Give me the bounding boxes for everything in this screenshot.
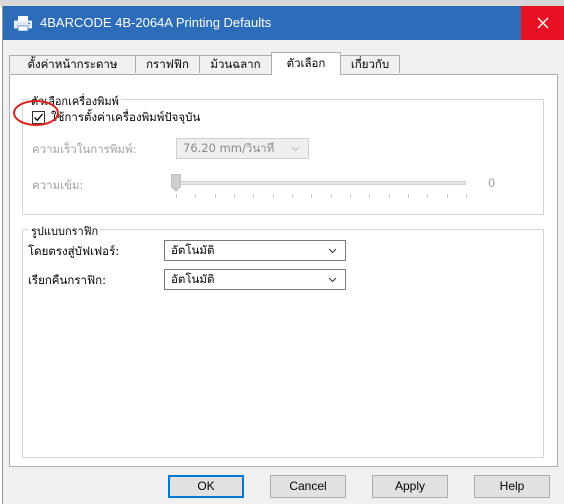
graphics-mode-group: รูปแบบกราฟิก โดยตรงสู่บัฟเฟอร์: อัตโนมัต…: [22, 222, 544, 458]
cancel-button[interactable]: Cancel: [270, 475, 346, 498]
printer-options-group: ตัวเลือกเครื่องพิมพ์ ใช้การตั้งค่าเครื่อ…: [22, 92, 544, 215]
darkness-value: 0: [488, 176, 496, 190]
direct-to-buffer-value: อัตโนมัติ: [171, 243, 215, 257]
direct-to-buffer-label: โดยตรงสู่บัฟเฟอร์:: [28, 244, 120, 258]
stored-graphics-dropdown[interactable]: อัตโนมัติ: [164, 269, 346, 290]
apply-button[interactable]: Apply: [372, 475, 448, 498]
darkness-slider-thumb[interactable]: [171, 174, 181, 192]
close-icon: [537, 17, 549, 29]
darkness-slider-track[interactable]: [176, 181, 466, 185]
print-speed-label: ความเร็วในการพิมพ์:: [32, 142, 137, 156]
chevron-down-icon: [328, 248, 337, 254]
use-current-settings-label[interactable]: ใช้การตั้งค่าเครื่องพิมพ์ปัจจุบัน: [51, 109, 200, 127]
stored-graphics-value: อัตโนมัติ: [171, 272, 215, 286]
window-title: 4BARCODE 4B-2064A Printing Defaults: [40, 15, 272, 30]
chevron-down-icon: [328, 277, 337, 283]
stored-graphics-label: เรียกคืนกราฟิก:: [28, 273, 106, 287]
tab-graphics[interactable]: กราฟฟิก: [135, 55, 200, 73]
graphics-mode-group-title: รูปแบบกราฟิก: [29, 222, 101, 240]
tab-options[interactable]: ตัวเลือก: [271, 52, 341, 75]
tab-label-roll[interactable]: ม้วนฉลาก: [199, 55, 272, 73]
ok-button[interactable]: OK: [168, 475, 244, 498]
tab-about[interactable]: เกี่ยวกับ: [340, 55, 400, 73]
options-panel: ตัวเลือกเครื่องพิมพ์ ใช้การตั้งค่าเครื่อ…: [9, 74, 558, 467]
direct-to-buffer-dropdown[interactable]: อัตโนมัติ: [164, 240, 346, 261]
print-speed-dropdown[interactable]: 76.20 mm/วินาที: [176, 138, 309, 159]
print-speed-value: 76.20 mm/วินาที: [183, 141, 275, 155]
printer-icon: [14, 16, 32, 31]
title-bar: 4BARCODE 4B-2064A Printing Defaults: [3, 6, 564, 40]
help-button[interactable]: Help: [474, 475, 550, 498]
tab-page-setup[interactable]: ตั้งค่าหน้ากระดาษ: [9, 55, 136, 73]
chevron-down-icon: [291, 146, 300, 152]
close-button[interactable]: [521, 6, 564, 40]
darkness-label: ความเข้ม:: [32, 178, 84, 192]
annotation-circle: [13, 100, 59, 126]
printing-defaults-dialog: 4BARCODE 4B-2064A Printing Defaults ตั้ง…: [2, 6, 564, 504]
